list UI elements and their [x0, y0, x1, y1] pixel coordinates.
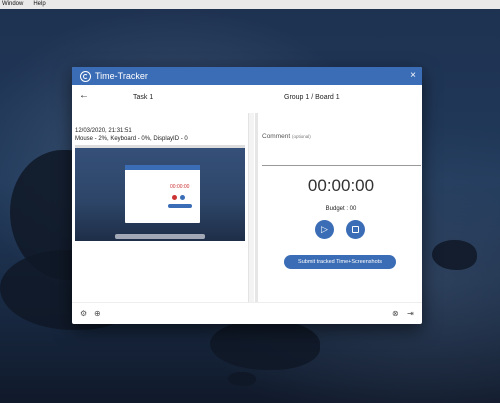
thumb-stop-button	[180, 195, 185, 200]
play-icon: ▷	[321, 224, 328, 234]
screenshot-timestamp: 12/03/2020, 21:31:51	[75, 128, 132, 134]
logout-icon[interactable]: ⇥	[407, 309, 414, 318]
wallpaper-island	[210, 320, 320, 370]
stop-icon	[352, 226, 359, 234]
thumb-titlebar	[125, 165, 200, 170]
left-scrollbar[interactable]	[248, 113, 254, 302]
comment-label: Comment (optional)	[262, 133, 311, 140]
thumb-submit-button	[168, 204, 192, 208]
globe-icon[interactable]: ⊕	[94, 309, 101, 318]
info-icon[interactable]: ⊗	[392, 309, 399, 318]
wallpaper-island	[432, 240, 477, 270]
stop-button[interactable]	[346, 220, 365, 239]
settings-icon[interactable]: ⚙	[80, 309, 87, 318]
tracker-pane: Comment (optional) 00:00:00 Budget : 00 …	[262, 113, 422, 302]
window-footer: ⚙ ⊕ ⊗ ⇥	[72, 302, 422, 324]
app-logo-icon	[80, 70, 91, 82]
screenshot-activity: Mouse - 2%, Keyboard - 0%, DisplayID - 0	[75, 136, 188, 142]
play-button[interactable]: ▷	[315, 220, 334, 239]
system-menubar: Window Help	[0, 0, 500, 9]
screenshot-thumbnail[interactable]: 00:00:00	[75, 145, 245, 241]
task-header: ← Task 1 Group 1 / Board 1	[72, 85, 422, 109]
thumb-play-button	[172, 195, 177, 200]
group-board-label: Group 1 / Board 1	[284, 94, 340, 101]
close-icon[interactable]: ×	[410, 70, 416, 81]
thumb-timer: 00:00:00	[170, 184, 190, 190]
thumb-menubar	[75, 145, 245, 148]
thumb-dock	[115, 234, 205, 239]
back-arrow-icon[interactable]: ←	[79, 90, 89, 101]
thumb-window: 00:00:00	[125, 165, 200, 223]
pane-divider[interactable]	[255, 113, 258, 302]
comment-label-text: Comment	[262, 133, 291, 140]
comment-optional-text: (optional)	[292, 134, 311, 139]
window-titlebar: Time-Tracker ×	[72, 67, 422, 85]
app-window: Time-Tracker × ← Task 1 Group 1 / Board …	[72, 67, 422, 324]
budget-label: Budget : 00	[325, 206, 357, 212]
wallpaper-island	[228, 372, 256, 386]
submit-button[interactable]: Submit tracked Time+Screenshots	[284, 255, 396, 269]
screenshot-meta: 12/03/2020, 21:31:51 Mouse - 2%, Keyboar…	[75, 127, 248, 143]
timer-display: 00:00:00	[307, 176, 375, 195]
menu-item-window[interactable]: Window	[2, 0, 23, 9]
screenshot-pane: 12/03/2020, 21:31:51 Mouse - 2%, Keyboar…	[72, 113, 248, 302]
menu-item-help[interactable]: Help	[33, 0, 45, 9]
comment-input[interactable]	[262, 143, 421, 166]
window-title: Time-Tracker	[95, 71, 148, 81]
task-name: Task 1	[133, 94, 154, 101]
